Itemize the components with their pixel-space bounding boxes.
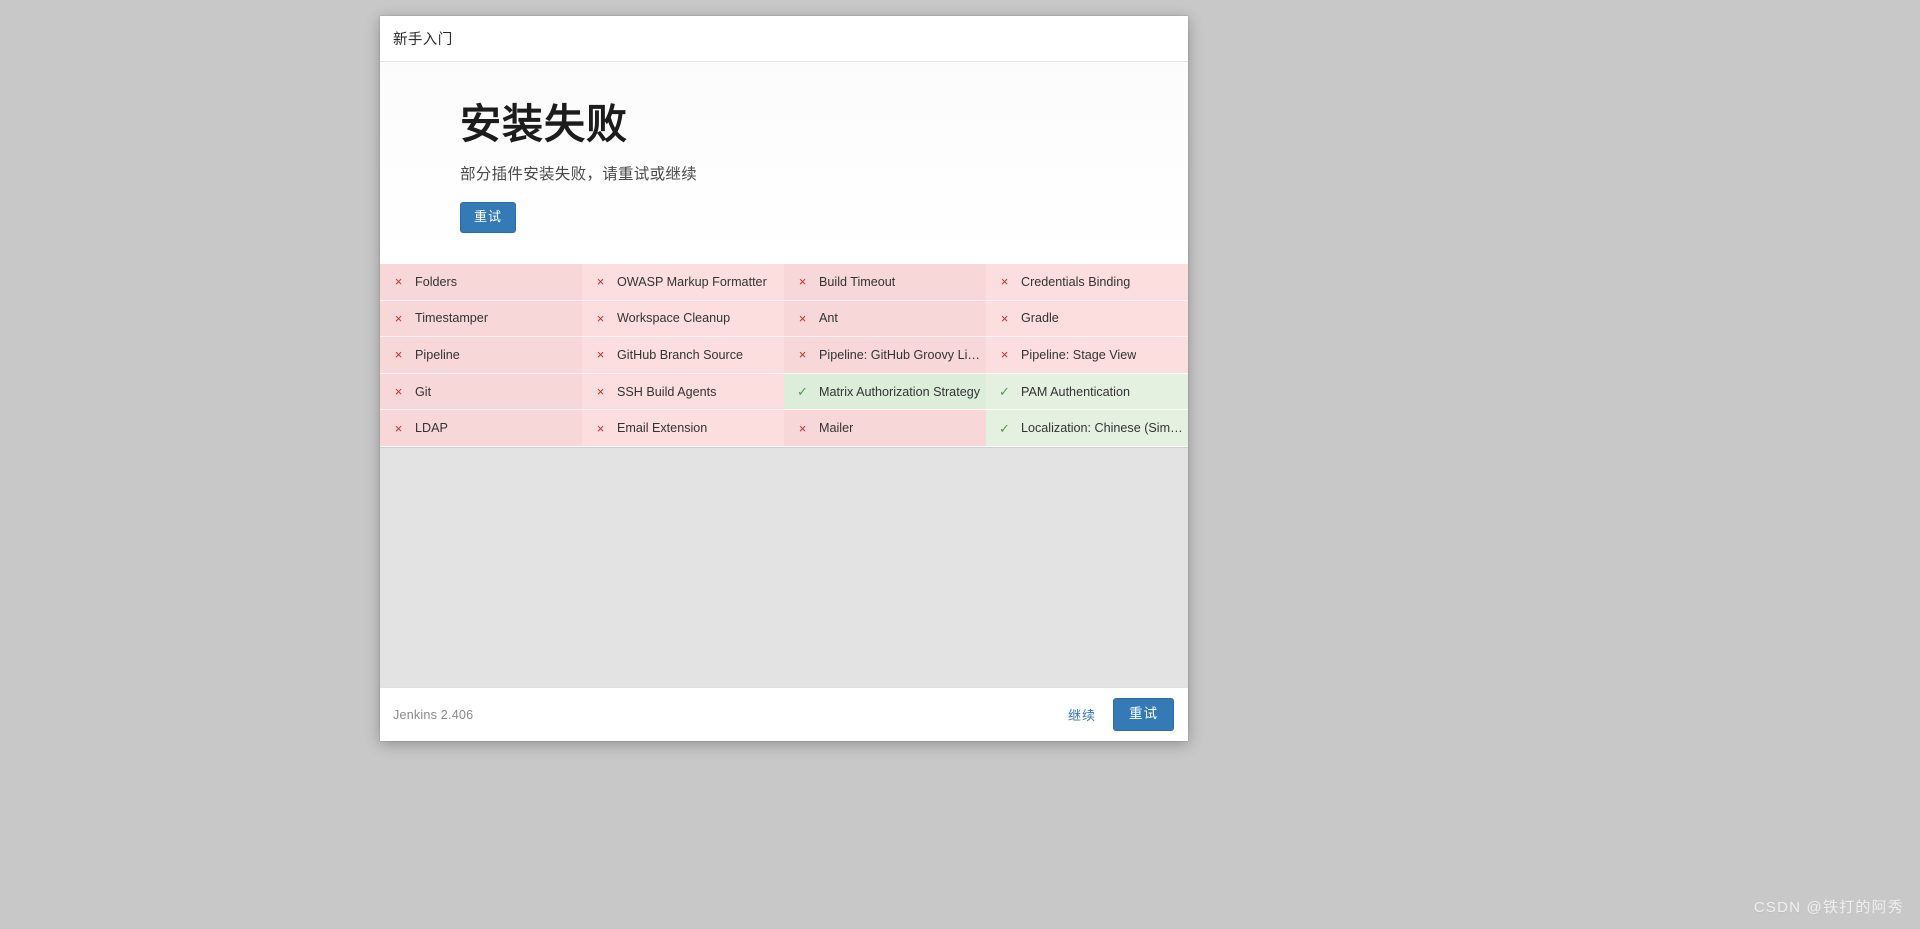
plugin-name-label: Timestamper	[415, 311, 489, 326]
install-failed-heading: 安装失败	[460, 101, 628, 147]
plugin-cell: × Ant	[784, 300, 986, 338]
close-icon: ×	[798, 274, 807, 290]
hero-retry-wrap: 重试	[460, 202, 1188, 233]
setup-wizard-panel: 新手入门 安装失败 部分插件安装失败，请重试或继续 重试 × Folders × OW…	[380, 16, 1188, 741]
plugin-cell: × Folders	[380, 263, 582, 301]
plugin-name-label: Git	[415, 384, 432, 399]
plugin-name-label: SSH Build Agents	[617, 384, 717, 399]
close-icon: ×	[394, 310, 403, 326]
close-icon: ×	[798, 347, 807, 363]
plugin-name-label: Credentials Binding	[1021, 274, 1131, 289]
plugin-name-label: Folders	[415, 274, 457, 289]
plugin-cell: × Email Extension	[582, 410, 784, 447]
plugin-name-label: Localization: Chinese (Simplified)	[1021, 421, 1188, 436]
plugin-cell: × Pipeline	[380, 337, 582, 374]
plugin-name-label: LDAP	[415, 421, 448, 436]
plugin-name-label: Email Extension	[617, 421, 708, 436]
plugin-cell: × Workspace Cleanup	[582, 300, 784, 338]
close-icon: ×	[596, 310, 605, 326]
plugin-name-label: Pipeline: Stage View	[1021, 347, 1137, 362]
plugin-cell: × GitHub Branch Source	[582, 337, 784, 374]
footer-retry-button[interactable]: 重试	[1113, 697, 1174, 732]
plugin-name-label: PAM Authentication	[1021, 384, 1130, 399]
close-icon: ×	[596, 384, 605, 400]
footer-actions: 继续 重试	[1068, 697, 1174, 732]
plugin-name-label: Build Timeout	[819, 274, 896, 289]
plugin-cell: × Mailer	[784, 410, 986, 447]
close-icon: ×	[394, 347, 403, 363]
install-status-hero: 安装失败 部分插件安装失败，请重试或继续 重试	[380, 62, 1188, 264]
close-icon: ×	[596, 420, 605, 436]
continue-link[interactable]: 继续	[1068, 705, 1096, 724]
plugin-name-label: Pipeline: GitHub Groovy Libraries	[819, 347, 986, 362]
plugin-cell: × Pipeline: Stage View	[986, 337, 1188, 374]
wizard-header: 新手入门	[380, 16, 1188, 62]
close-icon: ×	[596, 347, 605, 363]
plugin-cell: × LDAP	[380, 410, 582, 447]
close-icon: ×	[798, 420, 807, 436]
plugin-name-label: Gradle	[1021, 311, 1059, 326]
hero-inner: 安装失败 部分插件安装失败，请重试或继续 重试	[380, 100, 1188, 233]
plugin-cell: × Credentials Binding	[986, 263, 1188, 301]
plugin-name-label: Matrix Authorization Strategy	[819, 384, 980, 399]
plugin-cell: ✓ PAM Authentication	[986, 373, 1188, 411]
csdn-watermark: CSDN @铁打的阿秀	[1753, 899, 1904, 916]
plugin-cell: × Build Timeout	[784, 263, 986, 301]
install-failed-description: 部分插件安装失败，请重试或继续	[460, 166, 698, 184]
plugin-name-label: GitHub Branch Source	[617, 347, 743, 362]
check-icon: ✓	[999, 384, 1010, 400]
plugin-name-label: Workspace Cleanup	[617, 311, 731, 326]
close-icon: ×	[596, 274, 605, 290]
plugin-name-label: Pipeline	[415, 347, 460, 362]
retry-button[interactable]: 重试	[460, 202, 517, 233]
close-icon: ×	[394, 420, 403, 436]
plugin-cell: × Timestamper	[380, 300, 582, 338]
close-icon: ×	[1000, 347, 1009, 363]
plugin-cell: × Git	[380, 373, 582, 411]
plugin-cell: ✓ Localization: Chinese (Simplified)	[986, 410, 1188, 447]
plugin-name-label: Ant	[819, 311, 838, 326]
close-icon: ×	[394, 274, 403, 290]
close-icon: ×	[798, 310, 807, 326]
plugin-cell: × OWASP Markup Formatter	[582, 263, 784, 301]
page-title: 新手入门	[393, 32, 453, 48]
jenkins-version-label: Jenkins 2.406	[393, 707, 474, 722]
plugin-name-label: OWASP Markup Formatter	[617, 274, 767, 289]
plugin-cell: ✓ Matrix Authorization Strategy	[784, 373, 986, 411]
plugin-status-grid: × Folders × OWASP Markup Formatter × Build Ti…	[380, 263, 1188, 448]
close-icon: ×	[1000, 310, 1009, 326]
wizard-body: 安装失败 部分插件安装失败，请重试或继续 重试 × Folders × OWASP M…	[380, 62, 1188, 687]
plugin-cell: × Pipeline: GitHub Groovy Libraries	[784, 337, 986, 374]
plugin-cell: × SSH Build Agents	[582, 373, 784, 411]
check-icon: ✓	[797, 384, 808, 400]
grid-empty-area	[380, 447, 1188, 687]
plugin-cell: × Gradle	[986, 300, 1188, 338]
plugin-name-label: Mailer	[819, 421, 854, 436]
close-icon: ×	[394, 384, 403, 400]
check-icon: ✓	[999, 420, 1010, 436]
close-icon: ×	[1000, 274, 1009, 290]
wizard-footer: Jenkins 2.406 继续 重试	[380, 687, 1188, 741]
